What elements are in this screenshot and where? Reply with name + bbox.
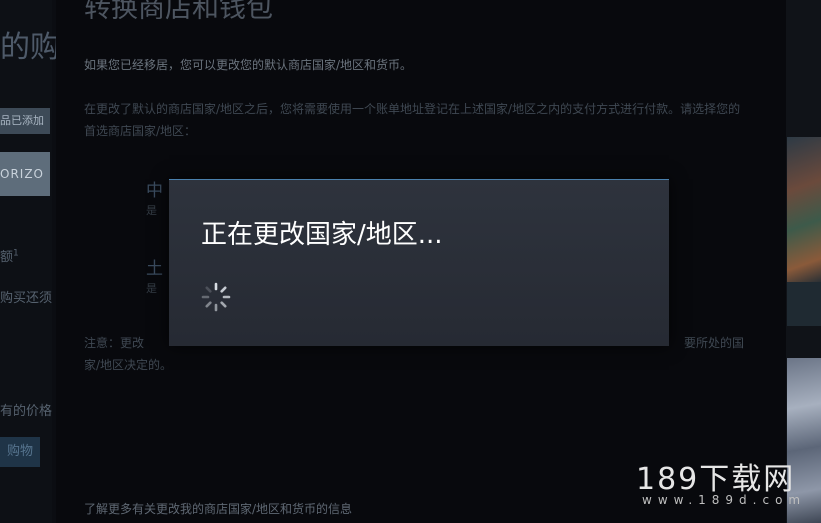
sidebar-text-purchase: 购买还须 [0,291,53,306]
learn-more-link[interactable]: 了解更多有关更改我的商店国家/地区和货币的信息 [84,500,352,517]
purchase-button[interactable]: 购物 [0,437,40,467]
added-badge: 品已添加 [0,108,50,134]
sidebar-text-price: 有的价格 [0,404,53,419]
note-line1-end: 要所处的国 [683,336,744,350]
game-art-1-caption [787,282,821,326]
page-title: 转换商店和钱包 [84,0,273,24]
changing-country-modal: 正在更改国家/地区... [169,179,669,346]
loading-spinner-icon [201,282,231,312]
country-option-2-title[interactable]: 土 [146,254,163,279]
game-thumbnail[interactable]: ORIZO [0,152,50,196]
country-option-2-subtitle: 是 [146,282,157,295]
page-intro: 如果您已经移居，您可以更改您的默认商店国家/地区和货币。 [84,58,413,72]
sidebar-title: 的购 [0,30,60,65]
game-art-1[interactable] [787,137,821,282]
sidebar-text-total: 额1 [0,248,19,265]
note-line2: 家/地区决定的。 [84,358,173,372]
note-line1-start: 注意：更改 [84,336,145,350]
watermark-url: www.189d.com [642,493,807,507]
country-option-1-subtitle: 是 [146,204,157,217]
page-paragraph: 在更改了默认的商店国家/地区之后，您将需要使用一个账单地址登记在上述国家/地区之… [84,102,741,138]
modal-title: 正在更改国家/地区... [201,220,443,250]
country-option-1-title[interactable]: 中 [146,176,163,201]
watermark-logo: 189下载网 [636,462,796,497]
